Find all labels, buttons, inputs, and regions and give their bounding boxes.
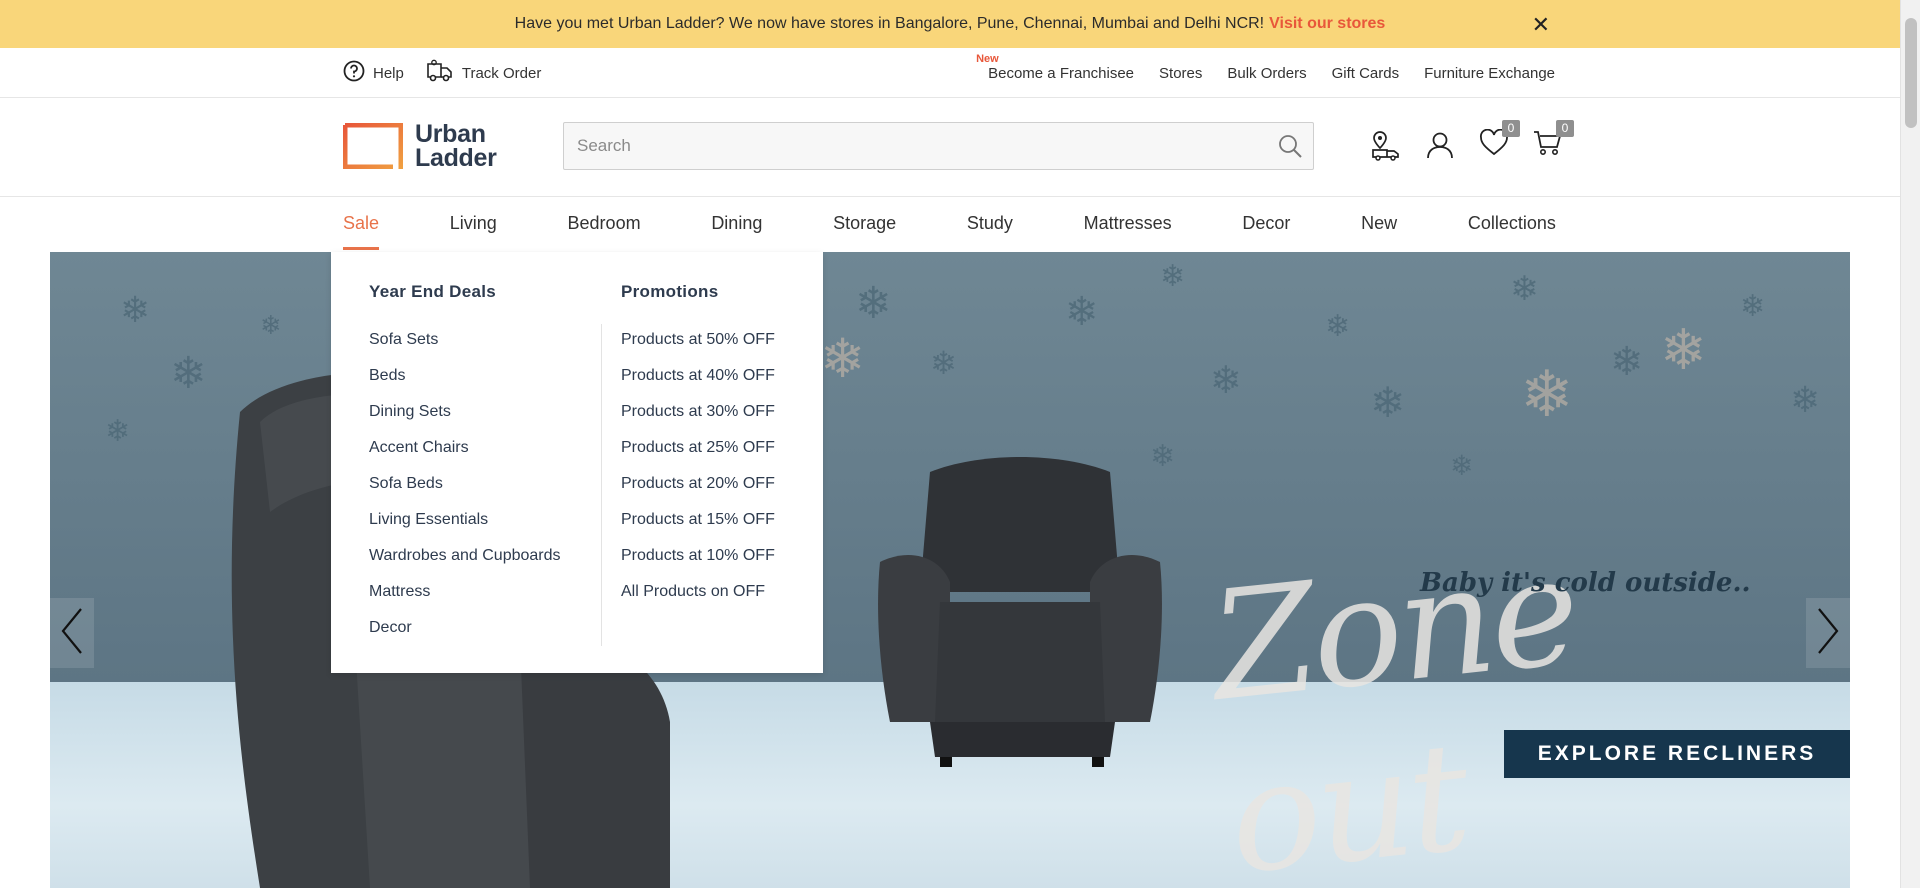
menu-item-20-off[interactable]: Products at 20% OFF bbox=[621, 474, 775, 510]
announcement-bar: Have you met Urban Ladder? We now have s… bbox=[0, 0, 1900, 48]
search-input[interactable] bbox=[564, 123, 1264, 169]
carousel-next-button[interactable] bbox=[1806, 598, 1850, 668]
hero-banner[interactable]: ❄ ❄ ❄ ❄ ❄ ❄ ❄ ❄ ❄ ❄ ❄ ❄ ❄ ❄ ❄ ❄ ❄ ❄ ❄ ❄ … bbox=[50, 252, 1850, 888]
nav-item-storage[interactable]: Storage bbox=[833, 197, 896, 252]
logo-line-2: Ladder bbox=[415, 144, 497, 172]
franchise-link[interactable]: New Become a Franchisee bbox=[976, 53, 1135, 82]
nav-item-dining[interactable]: Dining bbox=[711, 197, 762, 252]
recliner-small-image bbox=[878, 457, 1162, 767]
sale-dropdown-menu: Year End Deals Sofa Sets Beds Dining Set… bbox=[331, 252, 823, 673]
snowflake-icon: ❄ bbox=[1740, 290, 1766, 323]
nav-item-study[interactable]: Study bbox=[967, 197, 1013, 252]
snowflake-icon: ❄ bbox=[1790, 379, 1821, 420]
snowflake-icon: ❄ bbox=[1510, 270, 1539, 308]
scrollbar-thumb[interactable] bbox=[1905, 18, 1917, 128]
menu-item-all-products-off[interactable]: All Products on OFF bbox=[621, 582, 775, 618]
user-icon[interactable] bbox=[1424, 128, 1456, 162]
help-link[interactable]: Help bbox=[343, 60, 404, 86]
chevron-left-icon bbox=[59, 607, 85, 660]
track-order-label: Track Order bbox=[461, 64, 542, 82]
menu-item-mattress[interactable]: Mattress bbox=[369, 582, 561, 618]
menu-item-beds[interactable]: Beds bbox=[369, 366, 561, 402]
search-icon[interactable] bbox=[1277, 133, 1303, 164]
carousel-prev-button[interactable] bbox=[50, 598, 94, 668]
menu-item-50-off[interactable]: Products at 50% OFF bbox=[621, 330, 775, 366]
utility-bar: Help Track Order New Become a Franchisee… bbox=[0, 48, 1900, 98]
hero-tagline: Baby it's cold outside.. bbox=[1420, 568, 1751, 598]
page-scrollbar[interactable] bbox=[1900, 0, 1920, 888]
site-header: Urban Ladder 0 0 bbox=[0, 98, 1900, 197]
store-location-icon[interactable] bbox=[1370, 128, 1402, 162]
snowflake-ornament-icon: ❄ bbox=[1660, 318, 1707, 381]
chevron-right-icon bbox=[1815, 607, 1841, 660]
snowflake-icon: ❄ bbox=[1210, 360, 1242, 402]
nav-item-bedroom[interactable]: Bedroom bbox=[568, 197, 641, 252]
franchise-label: Become a Franchisee bbox=[988, 64, 1135, 82]
snowflake-icon: ❄ bbox=[1450, 450, 1474, 481]
cart-button[interactable]: 0 bbox=[1532, 120, 1574, 162]
logo-mark-icon bbox=[342, 122, 404, 170]
nav-item-living[interactable]: Living bbox=[450, 197, 497, 252]
track-order-link[interactable]: Track Order bbox=[426, 59, 541, 87]
explore-recliners-button[interactable]: EXPLORE RECLINERS bbox=[1504, 730, 1850, 778]
snowflake-icon: ❄ bbox=[1325, 310, 1351, 343]
wishlist-button[interactable]: 0 bbox=[1478, 120, 1520, 162]
nav-item-mattresses[interactable]: Mattresses bbox=[1084, 197, 1172, 252]
menu-item-sofa-beds[interactable]: Sofa Beds bbox=[369, 474, 561, 510]
logo-wordmark: Urban Ladder bbox=[415, 122, 497, 172]
snowflake-icon: ❄ bbox=[120, 289, 151, 330]
menu-item-25-off[interactable]: Products at 25% OFF bbox=[621, 438, 775, 474]
snowflake-icon: ❄ bbox=[930, 345, 957, 381]
help-label: Help bbox=[373, 64, 404, 82]
promotions-column: Promotions Products at 50% OFF Products … bbox=[621, 282, 775, 618]
cart-count-badge: 0 bbox=[1556, 120, 1574, 137]
menu-item-accent-chairs[interactable]: Accent Chairs bbox=[369, 438, 561, 474]
menu-item-15-off[interactable]: Products at 15% OFF bbox=[621, 510, 775, 546]
nav-item-decor[interactable]: Decor bbox=[1242, 197, 1290, 252]
menu-item-living-essentials[interactable]: Living Essentials bbox=[369, 510, 561, 546]
year-end-deals-title: Year End Deals bbox=[369, 282, 497, 301]
menu-item-dining-sets[interactable]: Dining Sets bbox=[369, 402, 561, 438]
snowflake-icon: ❄ bbox=[855, 279, 892, 328]
nav-item-collections[interactable]: Collections bbox=[1468, 197, 1556, 252]
menu-item-sofa-sets[interactable]: Sofa Sets bbox=[369, 330, 561, 366]
search-box bbox=[563, 122, 1314, 170]
bulk-orders-link[interactable]: Bulk Orders bbox=[1227, 65, 1306, 82]
menu-item-10-off[interactable]: Products at 10% OFF bbox=[621, 546, 775, 582]
nav-item-new[interactable]: New bbox=[1361, 197, 1397, 252]
wishlist-count-badge: 0 bbox=[1502, 120, 1520, 137]
stores-link[interactable]: Stores bbox=[1159, 65, 1202, 82]
logo[interactable]: Urban Ladder bbox=[342, 122, 497, 172]
year-end-deals-column: Year End Deals Sofa Sets Beds Dining Set… bbox=[369, 282, 561, 654]
nav-item-sale[interactable]: Sale bbox=[343, 197, 380, 252]
snowflake-icon: ❄ bbox=[260, 310, 282, 340]
gift-cards-link[interactable]: Gift Cards bbox=[1332, 65, 1400, 82]
visit-stores-link[interactable]: Visit our stores bbox=[1269, 15, 1385, 33]
close-icon[interactable]: ✕ bbox=[1532, 12, 1550, 38]
snowflake-icon: ❄ bbox=[1160, 260, 1186, 293]
snowflake-ornament-icon: ❄ bbox=[820, 329, 866, 389]
menu-divider bbox=[601, 324, 602, 646]
furniture-exchange-link[interactable]: Furniture Exchange bbox=[1424, 65, 1555, 82]
help-circle-icon bbox=[343, 60, 365, 86]
menu-item-30-off[interactable]: Products at 30% OFF bbox=[621, 402, 775, 438]
menu-item-40-off[interactable]: Products at 40% OFF bbox=[621, 366, 775, 402]
menu-item-wardrobes[interactable]: Wardrobes and Cupboards bbox=[369, 546, 561, 582]
menu-item-decor[interactable]: Decor bbox=[369, 618, 561, 654]
snowflake-ornament-icon: ❄ bbox=[1520, 358, 1574, 430]
snowflake-icon: ❄ bbox=[1370, 379, 1406, 426]
snowflake-icon: ❄ bbox=[1610, 340, 1644, 384]
announcement-text: Have you met Urban Ladder? We now have s… bbox=[514, 15, 1265, 32]
truck-icon bbox=[426, 59, 454, 87]
main-nav: Sale Living Bedroom Dining Storage Study… bbox=[0, 197, 1900, 252]
new-badge: New bbox=[976, 52, 999, 65]
hero-script-text: Zone out bbox=[1203, 523, 1584, 888]
snowflake-icon: ❄ bbox=[1065, 290, 1099, 334]
promotions-title: Promotions bbox=[621, 282, 719, 301]
snowflake-icon: ❄ bbox=[105, 415, 131, 448]
